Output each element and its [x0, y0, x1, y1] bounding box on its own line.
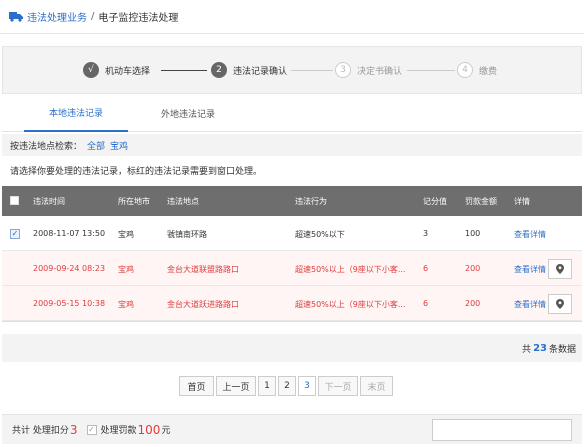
step-number: 2 [211, 62, 227, 78]
tab-other-region-records[interactable]: 外地违法记录 [136, 94, 240, 132]
cell-points: 6 [423, 264, 429, 273]
pagination: 首页 上一页 1 2 3 下一页 末页 [179, 376, 395, 396]
cell-fine: 200 [465, 264, 481, 273]
totals-footer: 共计 处理扣分 3 ✓ 处理罚款 100 元 [2, 414, 582, 444]
action-button-area[interactable] [432, 419, 572, 441]
step-label: 违法记录确认 [233, 66, 288, 77]
cell-time: 2008-11-07 13:50 [33, 229, 106, 238]
step-payment: 4 缴费 [457, 62, 497, 78]
col-time: 违法时间 [33, 197, 65, 206]
cell-place: 金台大道跃进路路口 [167, 300, 239, 309]
step-connector [407, 70, 455, 71]
step-label: 缴费 [479, 66, 498, 77]
col-points: 记分值 [423, 197, 447, 206]
breadcrumb: 违法处理业务 / 电子监控违法处理 [0, 0, 584, 34]
count-prefix: 共 [522, 344, 532, 355]
cell-city: 宝鸡 [118, 300, 134, 309]
table-row: 2009-09-24 08:23 宝鸡 金台大道联盟路路口 超速50%以上（9座… [2, 251, 582, 286]
cell-place: 虢镇南环路 [167, 230, 207, 239]
page-1-button[interactable]: 1 [258, 376, 276, 396]
page-2-button[interactable]: 2 [278, 376, 296, 396]
truck-icon [9, 12, 23, 22]
cell-time: 2009-05-15 10:38 [33, 299, 106, 308]
prev-page-button[interactable]: 上一页 [216, 376, 256, 396]
cell-fine: 200 [465, 299, 481, 308]
col-fine: 罚款金额 [465, 197, 497, 206]
total-points-label: 共计 处理扣分 [12, 426, 69, 436]
step-connector [161, 70, 207, 71]
col-act: 违法行为 [295, 197, 327, 206]
total-points-value: 3 [69, 422, 78, 437]
table-header: 违法时间 所在地市 违法地点 违法行为 记分值 罚款金额 详情 [2, 186, 582, 216]
count-suffix: 条数据 [548, 344, 576, 355]
location-filter: 按违法地点检索： 全部 宝鸡 [2, 134, 582, 156]
page-3-button[interactable]: 3 [298, 376, 316, 396]
step-decision-confirm: 3 决定书确认 [335, 62, 402, 78]
view-detail-link[interactable]: 查看详情 [514, 229, 546, 240]
filter-option-baoji[interactable]: 宝鸡 [110, 139, 128, 152]
record-count: 23 [533, 342, 547, 354]
step-label: 机动车选择 [105, 66, 151, 77]
map-pin-icon [556, 299, 564, 309]
map-location-button[interactable] [548, 294, 572, 314]
map-pin-icon [556, 264, 564, 274]
table-row: ✓ 2008-11-07 13:50 宝鸡 虢镇南环路 超速50%以下 3 10… [2, 216, 582, 251]
record-tabs: 本地违法记录 外地违法记录 [2, 94, 582, 132]
view-detail-link[interactable]: 查看详情 [514, 264, 546, 275]
cell-fine: 100 [465, 229, 481, 238]
cell-time: 2009-09-24 08:23 [33, 264, 106, 273]
step-vehicle-select: √ 机动车选择 [83, 62, 150, 78]
breadcrumb-current: 电子监控违法处理 [98, 13, 179, 24]
cell-act: 超速50%以下 [295, 230, 345, 239]
step-record-confirm: 2 违法记录确认 [211, 62, 287, 78]
cell-act: 超速50%以上（9座以下小客... [295, 265, 406, 274]
view-detail-link[interactable]: 查看详情 [514, 299, 546, 310]
last-page-button[interactable]: 末页 [360, 376, 393, 396]
violation-table: 违法时间 所在地市 违法地点 违法行为 记分值 罚款金额 详情 ✓ 2008-1… [2, 186, 582, 322]
step-number: 3 [335, 62, 351, 78]
step-label: 决定书确认 [357, 66, 403, 77]
col-place: 违法地点 [167, 197, 199, 206]
breadcrumb-separator: / [91, 11, 95, 22]
cell-points: 3 [423, 229, 429, 238]
progress-steps: √ 机动车选择 2 违法记录确认 3 决定书确认 4 缴费 [2, 46, 582, 94]
cell-city: 宝鸡 [118, 230, 134, 239]
breadcrumb-root-link[interactable]: 违法处理业务 [27, 9, 87, 24]
map-location-button[interactable] [548, 259, 572, 279]
total-fine-label: 处理罚款 [100, 426, 137, 436]
step-done-icon: √ [83, 62, 99, 78]
instruction-text: 请选择你要处理的违法记录，标红的违法记录需要到窗口处理。 [10, 167, 263, 177]
fine-checkbox[interactable]: ✓ [86, 424, 97, 435]
col-detail: 详情 [514, 197, 530, 206]
first-page-button[interactable]: 首页 [179, 376, 214, 396]
row-checkbox[interactable]: ✓ [10, 229, 20, 239]
cell-points: 6 [423, 299, 429, 308]
cell-city: 宝鸡 [118, 265, 134, 274]
next-page-button[interactable]: 下一页 [318, 376, 358, 396]
col-city: 所在地市 [118, 197, 150, 206]
cell-act: 超速50%以上（9座以下小客... [295, 300, 406, 309]
total-fine-value: 100 [137, 422, 161, 437]
table-row: 2009-05-15 10:38 宝鸡 金台大道跃进路路口 超速50%以上（9座… [2, 286, 582, 321]
filter-label: 按违法地点检索： [10, 141, 83, 152]
step-connector [291, 70, 333, 71]
tab-local-records[interactable]: 本地违法记录 [24, 94, 128, 132]
filter-option-all[interactable]: 全部 [87, 139, 105, 152]
step-number: 4 [457, 62, 473, 78]
select-all-checkbox[interactable] [10, 196, 19, 205]
cell-place: 金台大道联盟路路口 [167, 265, 239, 274]
record-count-bar: 共 23 条数据 [2, 334, 582, 362]
fine-unit: 元 [161, 426, 171, 436]
